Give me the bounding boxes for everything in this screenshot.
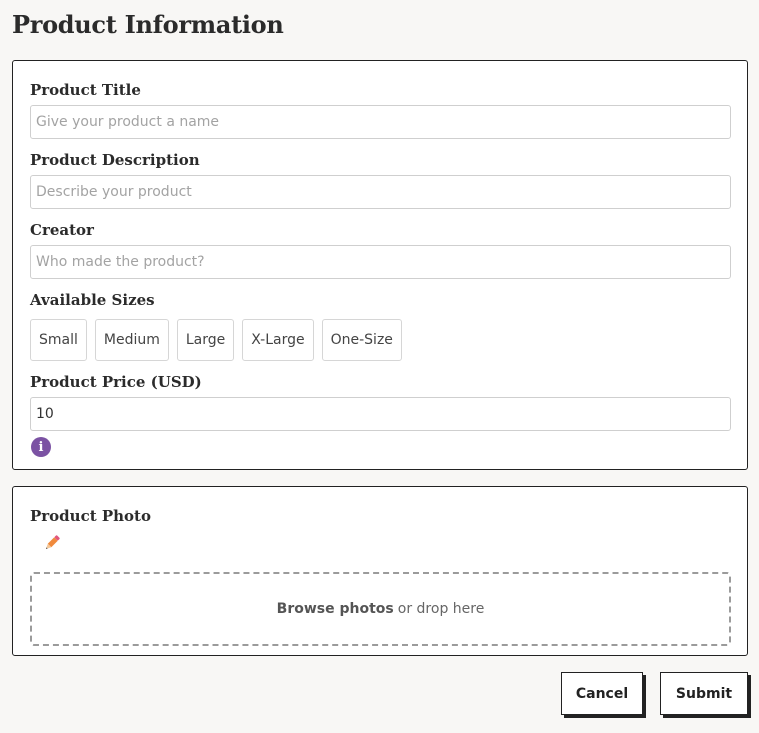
product-price-label: Product Price (USD) xyxy=(30,373,202,391)
browse-photos-link[interactable]: Browse photos xyxy=(277,601,394,617)
photo-dropzone[interactable]: Browse photos or drop here xyxy=(30,572,731,646)
product-title-label: Product Title xyxy=(30,81,141,99)
available-sizes-label: Available Sizes xyxy=(30,291,155,309)
product-info-card: Product Title Product Description Creato… xyxy=(12,60,748,470)
page-title: Product Information xyxy=(12,10,284,39)
size-x-large-button[interactable]: X-Large xyxy=(242,319,314,361)
info-icon[interactable]: i xyxy=(31,437,51,457)
pencil-icon[interactable] xyxy=(42,533,62,553)
size-large-button[interactable]: Large xyxy=(176,319,235,361)
size-one-size-button[interactable]: One-Size xyxy=(321,319,402,361)
cancel-button[interactable]: Cancel xyxy=(561,672,643,715)
product-price-input[interactable] xyxy=(30,397,731,431)
product-description-input[interactable] xyxy=(30,175,731,209)
product-title-input[interactable] xyxy=(30,105,731,139)
size-small-button[interactable]: Small xyxy=(30,319,87,361)
submit-button[interactable]: Submit xyxy=(660,672,748,715)
creator-label: Creator xyxy=(30,221,94,239)
creator-input[interactable] xyxy=(30,245,731,279)
product-description-label: Product Description xyxy=(30,151,200,169)
size-medium-button[interactable]: Medium xyxy=(94,319,169,361)
size-options: Small Medium Large X-Large One-Size xyxy=(30,319,402,361)
product-photo-label: Product Photo xyxy=(30,507,151,525)
product-photo-card: Product Photo Browse photos or drop here xyxy=(12,486,748,656)
drop-here-text: or drop here xyxy=(397,601,485,617)
